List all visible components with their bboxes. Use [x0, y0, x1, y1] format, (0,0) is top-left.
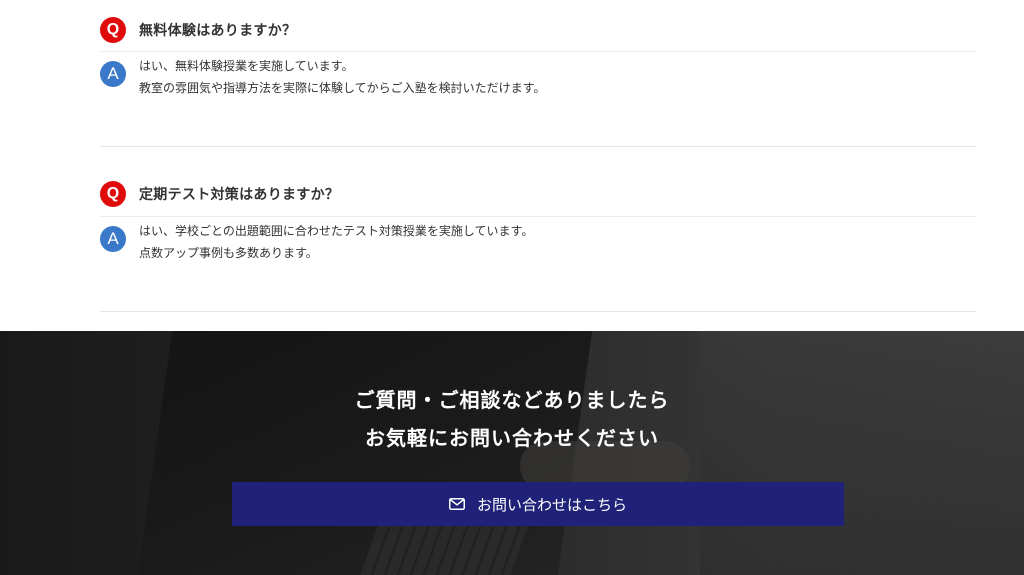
question-badge: Q [100, 17, 126, 43]
contact-cta-section: ご質問・ご相談などありましたら お気軽にお問い合わせください お問い合わせはこち… [0, 331, 1024, 575]
cta-heading: ご質問・ご相談などありましたら お気軽にお問い合わせください [0, 381, 1024, 457]
answer-row: A はい、無料体験授業を実施しています。 教室の雰囲気や指導方法を実際に体験して… [100, 59, 545, 99]
answer-line: 教室の雰囲気や指導方法を実際に体験してからご入塾を検討いただけます。 [139, 81, 546, 95]
faq-item: Q 無料体験はありますか？ A はい、無料体験授業を実施しています。 教室の雰囲… [100, 0, 976, 147]
divider [100, 51, 976, 52]
faq-divider [100, 146, 976, 147]
cta-heading-line: お気軽にお問い合わせください [365, 426, 659, 450]
divider [100, 216, 976, 217]
faq-section: Q 無料体験はありますか？ A はい、無料体験授業を実施しています。 教室の雰囲… [0, 0, 1024, 331]
mail-icon [448, 498, 465, 510]
answer-line: はい、学校ごとの出題範囲に合わせたテスト対策授業を実施しています。 [139, 224, 534, 238]
question-text: 無料体験はありますか？ [139, 23, 297, 39]
question-row: Q 定期テスト対策はありますか？ [100, 181, 339, 207]
contact-button-label: お問い合わせはこちら [476, 495, 627, 514]
faq-divider [100, 311, 976, 312]
answer-text: はい、無料体験授業を実施しています。 教室の雰囲気や指導方法を実際に体験してから… [139, 55, 545, 99]
answer-line: はい、無料体験授業を実施しています。 [139, 59, 354, 73]
faq-item: Q 定期テスト対策はありますか？ A はい、学校ごとの出題範囲に合わせたテスト対… [100, 165, 976, 312]
answer-badge: A [100, 226, 126, 252]
question-badge: Q [100, 181, 126, 207]
question-text: 定期テスト対策はありますか？ [139, 187, 340, 203]
answer-text: はい、学校ごとの出題範囲に合わせたテスト対策授業を実施しています。 点数アップ事… [139, 220, 533, 264]
answer-line: 点数アップ事例も多数あります。 [139, 246, 318, 260]
cta-heading-line: ご質問・ご相談などありましたら [354, 388, 670, 412]
contact-button[interactable]: お問い合わせはこちら [232, 482, 844, 526]
question-row: Q 無料体験はありますか？ [100, 17, 296, 43]
answer-badge: A [100, 61, 126, 87]
answer-row: A はい、学校ごとの出題範囲に合わせたテスト対策授業を実施しています。 点数アッ… [100, 224, 533, 264]
